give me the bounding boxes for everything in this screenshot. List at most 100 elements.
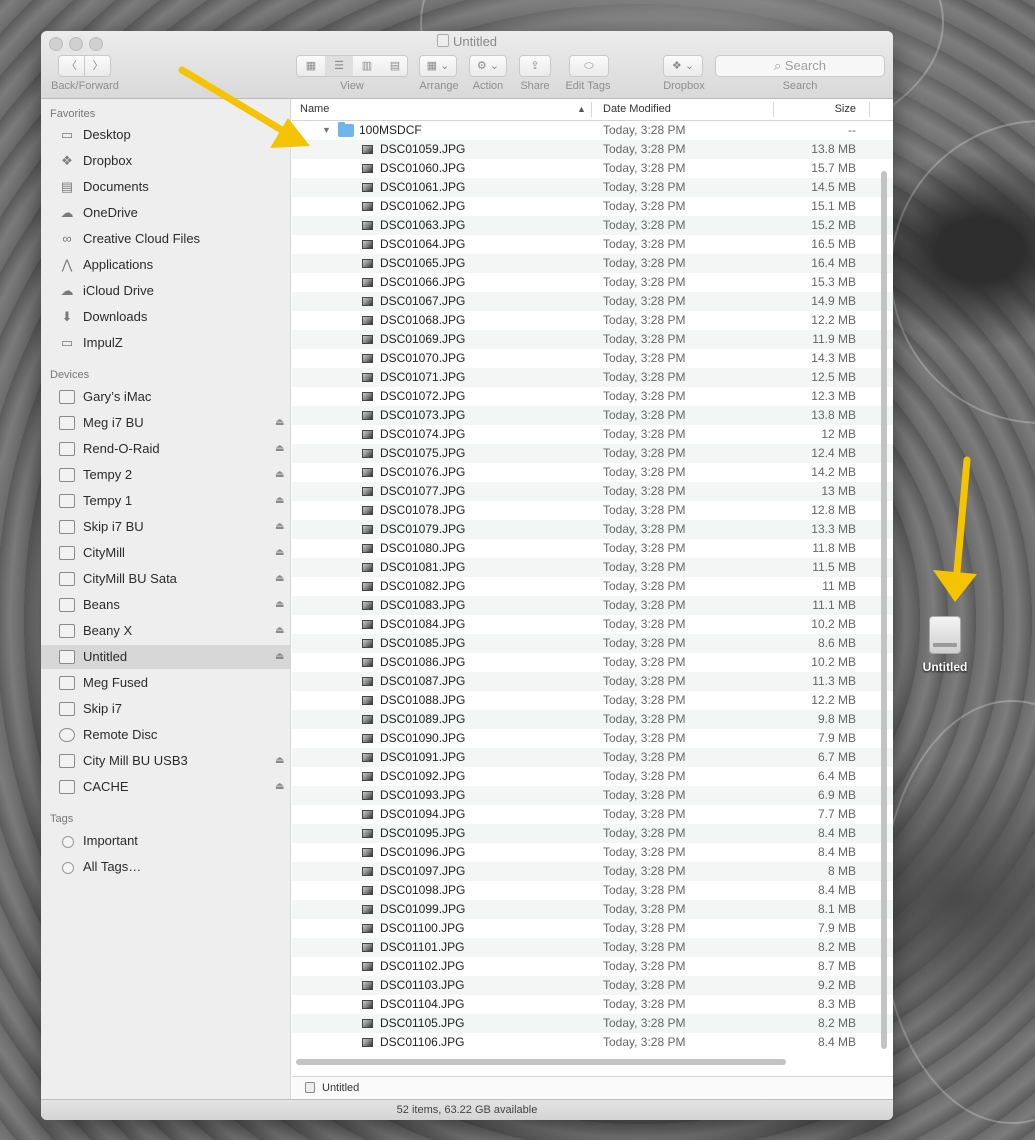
sidebar-item-creative-cloud-files[interactable]: ∞ Creative Cloud Files [41, 227, 290, 251]
action-button[interactable]: ⚙ ⌄ [469, 55, 507, 77]
eject-icon[interactable]: ⏏ [275, 463, 284, 487]
back-button[interactable]: 〈 [59, 56, 85, 76]
file-row[interactable]: DSC01098.JPG Today, 3:28 PM 8.4 MB [292, 881, 893, 900]
sidebar-item-untitled[interactable]: Untitled ⏏ [41, 645, 290, 669]
file-row[interactable]: DSC01103.JPG Today, 3:28 PM 9.2 MB [292, 976, 893, 995]
eject-icon[interactable]: ⏏ [275, 645, 284, 669]
sidebar-item-documents[interactable]: ▤ Documents [41, 175, 290, 199]
file-row[interactable]: DSC01075.JPG Today, 3:28 PM 12.4 MB [292, 444, 893, 463]
horizontal-scrollbar[interactable] [296, 1059, 786, 1065]
folder-row[interactable]: ▼ 100MSDCF Today, 3:28 PM -- [292, 121, 893, 140]
file-row[interactable]: DSC01087.JPG Today, 3:28 PM 11.3 MB [292, 672, 893, 691]
file-row[interactable]: DSC01072.JPG Today, 3:28 PM 12.3 MB [292, 387, 893, 406]
desktop-drive-untitled[interactable]: Untitled [915, 616, 975, 674]
sidebar-item-gary-s-imac[interactable]: Gary’s iMac [41, 385, 290, 409]
file-row[interactable]: DSC01059.JPG Today, 3:28 PM 13.8 MB [292, 140, 893, 159]
file-row[interactable]: DSC01069.JPG Today, 3:28 PM 11.9 MB [292, 330, 893, 349]
coverflow-view-button[interactable]: ▤ [381, 56, 409, 76]
file-row[interactable]: DSC01084.JPG Today, 3:28 PM 10.2 MB [292, 615, 893, 634]
list-view-button[interactable]: ☰ [325, 56, 353, 76]
file-row[interactable]: DSC01068.JPG Today, 3:28 PM 12.2 MB [292, 311, 893, 330]
sidebar-item-beany-x[interactable]: Beany X ⏏ [41, 619, 290, 643]
file-row[interactable]: DSC01073.JPG Today, 3:28 PM 13.8 MB [292, 406, 893, 425]
file-row[interactable]: DSC01093.JPG Today, 3:28 PM 6.9 MB [292, 786, 893, 805]
file-row[interactable]: DSC01105.JPG Today, 3:28 PM 8.2 MB [292, 1014, 893, 1033]
sidebar-item-tempy-1[interactable]: Tempy 1 ⏏ [41, 489, 290, 513]
file-row[interactable]: DSC01065.JPG Today, 3:28 PM 16.4 MB [292, 254, 893, 273]
sidebar-item-citymill-bu-sata[interactable]: CityMill BU Sata ⏏ [41, 567, 290, 591]
arrange-button[interactable]: ▦ ⌄ [419, 55, 457, 77]
eject-icon[interactable]: ⏏ [275, 489, 284, 513]
sidebar-item-meg-i7-bu[interactable]: Meg i7 BU ⏏ [41, 411, 290, 435]
file-row[interactable]: DSC01094.JPG Today, 3:28 PM 7.7 MB [292, 805, 893, 824]
file-row[interactable]: DSC01079.JPG Today, 3:28 PM 13.3 MB [292, 520, 893, 539]
file-row[interactable]: DSC01082.JPG Today, 3:28 PM 11 MB [292, 577, 893, 596]
eject-icon[interactable]: ⏏ [275, 437, 284, 461]
sidebar-item-skip-i7-bu[interactable]: Skip i7 BU ⏏ [41, 515, 290, 539]
vertical-scrollbar[interactable] [881, 171, 887, 1049]
sidebar-item-city-mill-bu-usb3[interactable]: City Mill BU USB3 ⏏ [41, 749, 290, 773]
file-row[interactable]: DSC01070.JPG Today, 3:28 PM 14.3 MB [292, 349, 893, 368]
sidebar-item-onedrive[interactable]: ☁ OneDrive [41, 201, 290, 225]
file-row[interactable]: DSC01074.JPG Today, 3:28 PM 12 MB [292, 425, 893, 444]
sidebar-item-meg-fused[interactable]: Meg Fused [41, 671, 290, 695]
eject-icon[interactable]: ⏏ [275, 515, 284, 539]
edit-tags-button[interactable]: ⬭ [569, 55, 609, 77]
file-row[interactable]: DSC01096.JPG Today, 3:28 PM 8.4 MB [292, 843, 893, 862]
file-row[interactable]: DSC01076.JPG Today, 3:28 PM 14.2 MB [292, 463, 893, 482]
file-row[interactable]: DSC01064.JPG Today, 3:28 PM 16.5 MB [292, 235, 893, 254]
sidebar-item-remote-disc[interactable]: Remote Disc [41, 723, 290, 747]
file-row[interactable]: DSC01097.JPG Today, 3:28 PM 8 MB [292, 862, 893, 881]
file-row[interactable]: DSC01086.JPG Today, 3:28 PM 10.2 MB [292, 653, 893, 672]
file-row[interactable]: DSC01062.JPG Today, 3:28 PM 15.1 MB [292, 197, 893, 216]
share-button[interactable]: ⇪ [519, 55, 551, 77]
eject-icon[interactable]: ⏏ [275, 567, 284, 591]
search-field[interactable]: ⌕ Search [715, 55, 885, 77]
forward-button[interactable]: 〉 [85, 56, 111, 76]
file-row[interactable]: DSC01081.JPG Today, 3:28 PM 11.5 MB [292, 558, 893, 577]
file-row[interactable]: DSC01067.JPG Today, 3:28 PM 14.9 MB [292, 292, 893, 311]
eject-icon[interactable]: ⏏ [275, 775, 284, 799]
file-row[interactable]: DSC01060.JPG Today, 3:28 PM 15.7 MB [292, 159, 893, 178]
sidebar-tag-important[interactable]: Important [41, 829, 290, 853]
sidebar-item-beans[interactable]: Beans ⏏ [41, 593, 290, 617]
eject-icon[interactable]: ⏏ [275, 593, 284, 617]
file-row[interactable]: DSC01071.JPG Today, 3:28 PM 12.5 MB [292, 368, 893, 387]
eject-icon[interactable]: ⏏ [275, 541, 284, 565]
size-column-header[interactable]: Size [835, 99, 856, 120]
file-row[interactable]: DSC01063.JPG Today, 3:28 PM 15.2 MB [292, 216, 893, 235]
file-row[interactable]: DSC01090.JPG Today, 3:28 PM 7.9 MB [292, 729, 893, 748]
file-row[interactable]: DSC01091.JPG Today, 3:28 PM 6.7 MB [292, 748, 893, 767]
dropbox-button[interactable]: ❖ ⌄ [663, 55, 703, 77]
file-row[interactable]: DSC01078.JPG Today, 3:28 PM 12.8 MB [292, 501, 893, 520]
sidebar-item-citymill[interactable]: CityMill ⏏ [41, 541, 290, 565]
file-row[interactable]: DSC01085.JPG Today, 3:28 PM 8.6 MB [292, 634, 893, 653]
sidebar-item-cache[interactable]: CACHE ⏏ [41, 775, 290, 799]
eject-icon[interactable]: ⏏ [275, 749, 284, 773]
column-view-button[interactable]: ▥ [353, 56, 381, 76]
sidebar-tag-all-tags[interactable]: All Tags… [41, 855, 290, 879]
sidebar-item-icloud-drive[interactable]: ☁ iCloud Drive [41, 279, 290, 303]
sidebar-item-downloads[interactable]: ⬇ Downloads [41, 305, 290, 329]
sidebar-item-tempy-2[interactable]: Tempy 2 ⏏ [41, 463, 290, 487]
file-row[interactable]: DSC01092.JPG Today, 3:28 PM 6.4 MB [292, 767, 893, 786]
file-row[interactable]: DSC01089.JPG Today, 3:28 PM 9.8 MB [292, 710, 893, 729]
sidebar-item-applications[interactable]: ⋀ Applications [41, 253, 290, 277]
file-row[interactable]: DSC01106.JPG Today, 3:28 PM 8.4 MB [292, 1033, 893, 1052]
disclosure-triangle-icon[interactable]: ▼ [322, 121, 331, 140]
sidebar-item-rend-o-raid[interactable]: Rend-O-Raid ⏏ [41, 437, 290, 461]
file-row[interactable]: DSC01100.JPG Today, 3:28 PM 7.9 MB [292, 919, 893, 938]
eject-icon[interactable]: ⏏ [275, 619, 284, 643]
file-row[interactable]: DSC01101.JPG Today, 3:28 PM 8.2 MB [292, 938, 893, 957]
date-column-header[interactable]: Date Modified [603, 99, 671, 120]
sidebar-item-impulz[interactable]: ▭ ImpulZ [41, 331, 290, 355]
file-row[interactable]: DSC01061.JPG Today, 3:28 PM 14.5 MB [292, 178, 893, 197]
eject-icon[interactable]: ⏏ [275, 411, 284, 435]
file-row[interactable]: DSC01104.JPG Today, 3:28 PM 8.3 MB [292, 995, 893, 1014]
file-row[interactable]: DSC01095.JPG Today, 3:28 PM 8.4 MB [292, 824, 893, 843]
file-row[interactable]: DSC01080.JPG Today, 3:28 PM 11.8 MB [292, 539, 893, 558]
file-row[interactable]: DSC01088.JPG Today, 3:28 PM 12.2 MB [292, 691, 893, 710]
file-row[interactable]: DSC01077.JPG Today, 3:28 PM 13 MB [292, 482, 893, 501]
file-row[interactable]: DSC01099.JPG Today, 3:28 PM 8.1 MB [292, 900, 893, 919]
file-row[interactable]: DSC01083.JPG Today, 3:28 PM 11.1 MB [292, 596, 893, 615]
